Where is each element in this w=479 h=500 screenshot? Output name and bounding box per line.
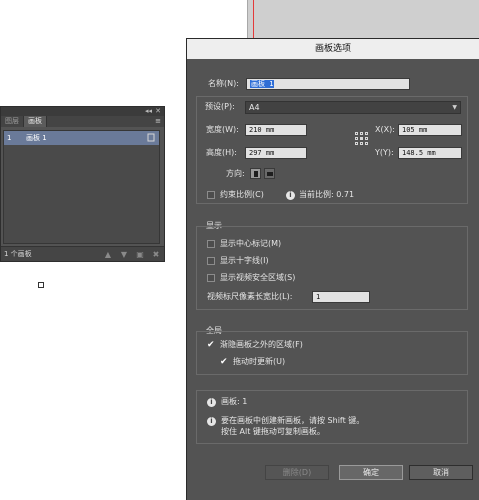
update-drag-label: 拖动时更新(U) (233, 357, 286, 366)
fade-outside-label: 渐隐画板之外的区域(F) (220, 340, 303, 349)
artboard-count: 1 个画板 (4, 250, 32, 258)
alt-hint: 按住 Alt 键拖动可复制画板。 (221, 427, 325, 436)
info-icon: i (207, 398, 216, 407)
global-section (196, 331, 468, 375)
artboard-row[interactable]: 1 画板 1 (4, 131, 159, 145)
portrait-icon[interactable] (250, 168, 261, 179)
current-ratio: 当前比例: 0.71 (299, 190, 355, 199)
ok-button[interactable]: 确定 (339, 465, 403, 480)
width-label: 宽度(W): (206, 125, 239, 134)
artboard-bleed-guide (253, 0, 254, 38)
cancel-button[interactable]: 取消 (409, 465, 473, 480)
delete-button[interactable]: 删除(D) (265, 465, 329, 480)
fade-outside-checkbox[interactable]: ✔ (207, 341, 215, 350)
x-label: X(X): (375, 125, 395, 134)
artboard-row-number: 1 (7, 134, 12, 142)
info-icon: i (286, 191, 295, 200)
x-field[interactable]: 105 mm (398, 124, 462, 136)
panel-footer: 1 个画板 ▲ ▼ ▣ ✖ (1, 246, 164, 261)
update-drag-checkbox[interactable]: ✔ (220, 358, 228, 367)
height-label: 高度(H): (206, 148, 237, 157)
crosshairs-checkbox[interactable] (207, 257, 215, 265)
landscape-icon[interactable] (264, 168, 275, 179)
move-up-icon[interactable]: ▲ (100, 250, 116, 259)
constrain-label: 约束比例(C) (220, 190, 264, 199)
name-field-value: 画板 1 (250, 80, 275, 88)
panel-title-bar[interactable]: ◂◂ ✕ (1, 107, 164, 116)
artboard-options-icon[interactable] (147, 133, 159, 144)
y-field[interactable]: 148.5 mm (398, 147, 462, 159)
y-label: Y(Y): (375, 148, 394, 157)
new-artboard-icon[interactable]: ▣ (132, 250, 148, 259)
center-mark-checkbox[interactable] (207, 240, 215, 248)
artboards-count-info: 画板: 1 (221, 397, 248, 406)
panel-tabs: 图层 画板 ≡ (1, 116, 164, 127)
name-label: 名称(N): (208, 79, 239, 88)
close-panel-icon[interactable]: ✕ (155, 107, 161, 116)
chevron-down-icon: ▼ (452, 104, 457, 111)
dialog-title: 画板选项 (187, 39, 479, 59)
video-safe-checkbox[interactable] (207, 274, 215, 282)
artboard-list: 1 画板 1 (3, 130, 160, 244)
preset-select[interactable]: A4 ▼ (245, 101, 461, 114)
tab-layers[interactable]: 图层 (1, 116, 24, 127)
orientation-label: 方向: (226, 169, 245, 178)
constrain-checkbox[interactable] (207, 191, 215, 199)
artboard-row-name[interactable]: 画板 1 (26, 133, 147, 143)
artboard-canvas-area[interactable] (247, 0, 479, 38)
pixel-ratio-field[interactable]: 1 (312, 291, 370, 303)
crosshairs-label: 显示十字线(I) (220, 256, 269, 265)
name-field[interactable]: 画板 1 (246, 78, 410, 90)
preset-value: A4 (249, 103, 260, 112)
panel-menu-icon[interactable]: ≡ (155, 116, 164, 127)
collapse-panel-icon[interactable]: ◂◂ (145, 107, 152, 116)
tab-artboards[interactable]: 画板 (24, 116, 47, 127)
move-down-icon[interactable]: ▼ (116, 250, 132, 259)
height-field[interactable]: 297 mm (245, 147, 307, 159)
pixel-ratio-label: 视频标尺像素长宽比(L): (207, 292, 293, 301)
width-field[interactable]: 210 mm (245, 124, 307, 136)
center-mark-label: 显示中心标记(M) (220, 239, 282, 248)
artboards-panel: ◂◂ ✕ 图层 画板 ≡ 1 画板 1 1 个画板 ▲ ▼ ▣ ✖ (0, 106, 165, 262)
preset-label: 预设(P): (205, 102, 235, 111)
video-safe-label: 显示视频安全区域(S) (220, 273, 296, 282)
info-icon: i (207, 417, 216, 426)
artboard-anchor-handle[interactable] (38, 282, 44, 288)
reference-point-grid[interactable] (355, 132, 369, 146)
delete-icon[interactable]: ✖ (148, 250, 164, 259)
